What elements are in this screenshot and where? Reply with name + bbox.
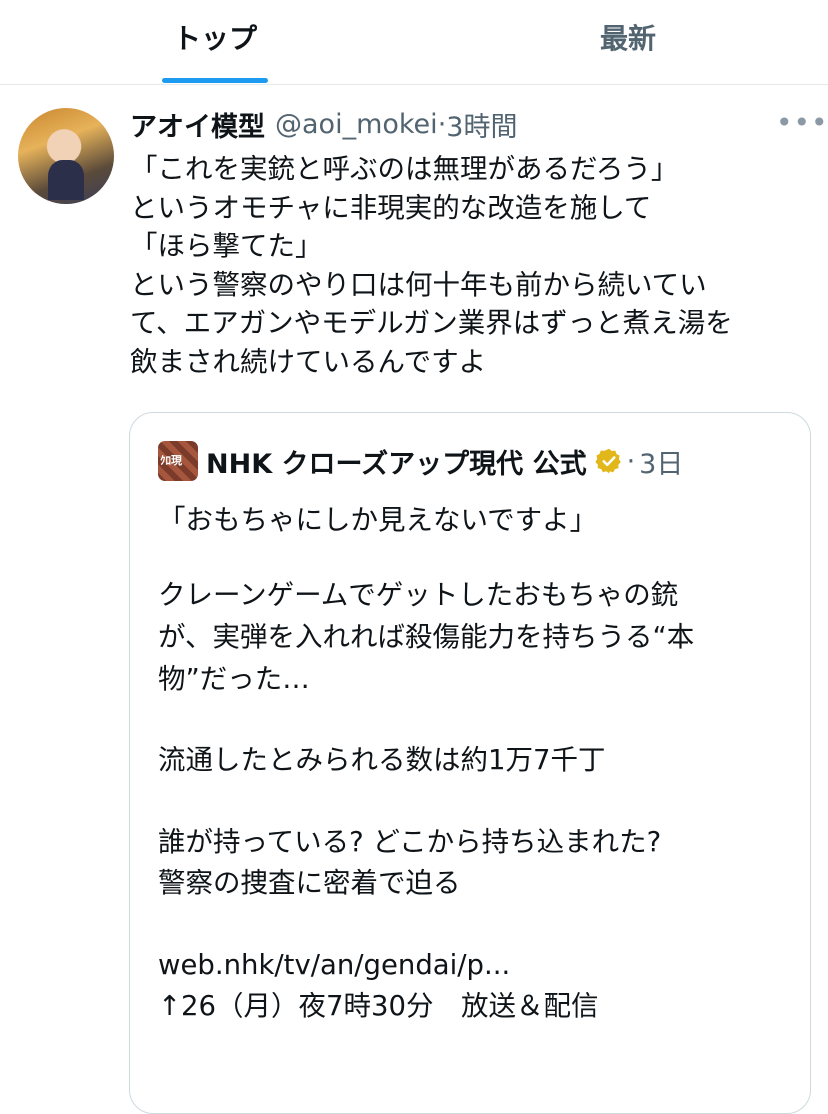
tab-top[interactable]: トップ <box>162 0 268 84</box>
tweet-text-line: 「ほら撃てた」 <box>130 230 323 262</box>
quoted-text-line: 警察の捜査に密着で迫る <box>158 867 461 899</box>
quoted-avatar-logo: ｸﾛ現 <box>160 454 182 467</box>
quoted-text-line: 「おもちゃにしか見えないですよ」 <box>158 504 598 536</box>
tweet-text-line: という警察のやり口は何十年も前から続いてい <box>130 268 707 301</box>
verified-badge-icon <box>594 448 621 474</box>
active-tab-indicator <box>162 78 268 83</box>
quoted-text-line: が、実弾を入れれば殺傷能力を持ちうる“本 <box>158 621 695 653</box>
quoted-link[interactable]: web.nhk/tv/an/gendai/p... <box>158 946 510 984</box>
quoted-text-line: 物”だった… <box>158 663 310 695</box>
tweet-text-line: というオモチャに非現実的な改造を施して <box>130 191 652 224</box>
quoted-text-line: ↑26（月）夜7時30分 放送＆配信 <box>158 990 599 1022</box>
timeline-tabs: トップ 最新 <box>0 0 828 85</box>
quoted-text-line: クレーンゲームでゲットしたおもちゃの銃 <box>158 579 679 611</box>
tweet-timestamp[interactable]: 3時間 <box>446 105 517 144</box>
quoted-author-name[interactable]: NHK クローズアップ現代 公式 <box>206 442 587 481</box>
quoted-text-line: 流通したとみられる数は約1万7千丁 <box>158 744 606 776</box>
separator-dot: · <box>437 108 447 140</box>
tweet-text: 「これを実銃と呼ぶのは無理があるだろう」 というオモチャに非現実的な改造を施して… <box>130 150 820 381</box>
quoted-text-line: 誰が持っている? どこから持ち込まれた? <box>158 826 662 858</box>
quoted-tweet[interactable]: ｸﾛ現 NHK クローズアップ現代 公式 · 3日 「おもちゃにしか見えないです… <box>129 412 811 1114</box>
author-name[interactable]: アオイ模型 <box>130 105 265 144</box>
author-handle[interactable]: @aoi_mokei <box>275 109 438 140</box>
avatar[interactable] <box>18 108 114 204</box>
tweet-text-line: 飲まされ続けているんですよ <box>130 345 487 378</box>
quoted-avatar[interactable]: ｸﾛ現 <box>158 441 198 481</box>
more-horizontal-icon[interactable]: ••• <box>776 106 828 139</box>
quoted-timestamp[interactable]: 3日 <box>639 442 683 481</box>
quoted-separator-dot: · <box>626 445 636 477</box>
tab-latest[interactable]: 最新 <box>596 0 660 84</box>
tweet-header: アオイ模型 @aoi_mokei · 3時間 <box>130 104 517 144</box>
quoted-tweet-header: NHK クローズアップ現代 公式 · 3日 <box>206 439 683 483</box>
tweet-text-line: て、エアガンやモデルガン業界はずっと煮え湯を <box>130 307 733 339</box>
tweet-text-line: 「これを実銃と呼ぶのは無理があるだろう」 <box>130 153 679 185</box>
